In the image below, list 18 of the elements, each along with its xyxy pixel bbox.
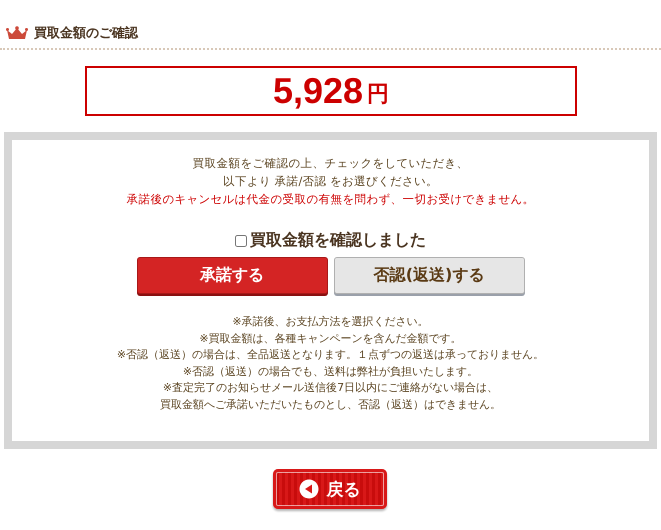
note-text: ※承諾後、お支払方法を選択ください。 — [232, 314, 429, 330]
reject-button[interactable]: 否認(返送)する — [334, 257, 524, 294]
currency-unit: 円 — [367, 81, 390, 109]
note-text: ※否認（返送）の場合でも、送料は弊社が負担いたします。 — [182, 364, 478, 380]
instruction-text: 買取金額をご確認の上、チェックをしていただき、 — [192, 155, 468, 172]
checkbox-label: 買取金額を確認しました — [250, 230, 426, 251]
accept-button[interactable]: 承諾する — [136, 257, 328, 294]
crown-icon — [6, 26, 28, 40]
section-title: 買取金額のご確認 — [34, 24, 138, 42]
note-text: ※否認（返送）の場合は、全品返送となります。１点ずつの返送は承っておりません。 — [116, 347, 544, 363]
amount-value: 5,928 — [272, 70, 364, 112]
note-text: ※買取金額は、各種キャンペーンを含んだ金額です。 — [199, 330, 462, 346]
note-text: 買取金額へご承諾いただいたものとし、否認（返送）はできません。 — [160, 396, 501, 412]
note-text: ※査定完了のお知らせメール送信後7日以内にご連絡がない場合は、 — [162, 380, 498, 396]
instruction-text: 以下より 承諾/否認 をお選びください。 — [222, 173, 438, 190]
warning-text: 承諾後のキャンセルは代金の受取の有無を問わず、一切お受けできません。 — [126, 191, 534, 208]
back-button[interactable]: 戻る — [272, 469, 386, 509]
confirm-checkbox[interactable] — [235, 234, 247, 246]
